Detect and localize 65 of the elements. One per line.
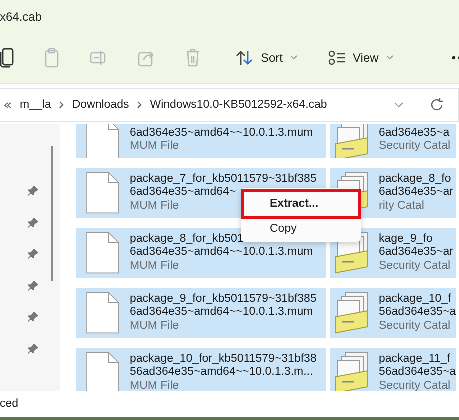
pin-icon[interactable] (28, 186, 38, 196)
pin-icon[interactable] (28, 218, 38, 228)
file-name: package_10_f (379, 292, 452, 306)
file-name: 56ad364e35~a (379, 306, 456, 320)
file-name: 6ad364e35~amd64~~10.0.1.3.mum (130, 306, 314, 320)
window-title: x64.cab (0, 10, 42, 24)
chevron-down-icon (386, 55, 394, 61)
chevron-icon (137, 101, 142, 109)
sort-icon (236, 50, 254, 66)
file-type: Security Catal (379, 140, 451, 154)
file-tile[interactable]: package_9_for_kb5011579~31bf385 6ad364e35~amd64~~10.0.1.3.mum MUM File (76, 288, 326, 338)
file-name: kage_9_fo (379, 232, 433, 246)
file-name: package_10_for_kb5011579~31bf38 (130, 352, 317, 366)
file-name: 6ad364e35~ar (379, 246, 454, 260)
list-icon (328, 50, 346, 66)
file-type: Security Catal (379, 380, 451, 391)
file-name: package_8_fo (379, 172, 452, 186)
breadcrumb[interactable]: Windows10.0-KB5012592-x64.cab (150, 99, 328, 111)
file-type: rity Catal (379, 200, 424, 214)
file-name: package_11_f (379, 352, 450, 366)
file-name: 6ad364e35~amd64~~10.0.1.3.mum (130, 126, 314, 140)
address-bar[interactable]: m__la Downloads Windows10.0-KB5012592-x64.cab (0, 88, 459, 122)
file-type: MUM File (130, 380, 180, 391)
file-tile[interactable]: 6ad364e35~a Security Catal (330, 124, 456, 158)
file-type: MUM File (130, 260, 180, 274)
file-tile[interactable]: package_10_for_kb5011579~31bf38 56ad364e35~amd64~~10.0.1.3.m... MUM File (76, 348, 326, 391)
scrollbar[interactable] (51, 146, 53, 281)
chevron-icon (59, 101, 64, 109)
menu-item[interactable]: Extract... (241, 189, 361, 219)
file-name: 6ad364e35~a (379, 126, 450, 140)
file-type: Security Catal (379, 260, 451, 274)
breadcrumb[interactable]: m__la (20, 99, 52, 111)
file-icon (86, 292, 120, 334)
file-type: MUM File (130, 200, 180, 214)
file-icon (86, 232, 120, 274)
file-type: MUM File (130, 320, 180, 334)
copy-icon[interactable] (0, 48, 14, 68)
file-icon (86, 172, 120, 214)
pin-icon[interactable] (28, 312, 38, 322)
pin-icon[interactable] (28, 280, 38, 290)
file-tile[interactable]: package_11_f 56ad364e35~a Security Catal (330, 348, 456, 391)
file-icon (86, 124, 120, 158)
file-type: Security Catal (379, 320, 451, 334)
file-name: 56ad364e35~a (379, 366, 456, 380)
pin-icon[interactable] (28, 344, 38, 354)
file-name: 56ad364e35~amd64~~10.0.1.3.m... (130, 366, 314, 380)
refresh-icon[interactable] (430, 98, 444, 112)
file-name: package_8_for_kb501 (130, 232, 244, 246)
view-button[interactable]: View (320, 46, 402, 70)
breadcrumb[interactable]: Downloads (72, 99, 130, 111)
file-name: package_9_for_kb5011579~31bf385 (130, 292, 317, 306)
sort-button[interactable]: Sort (228, 46, 306, 70)
file-tile[interactable]: 6ad364e35~amd64~~10.0.1.3.mum MUM File (76, 124, 326, 158)
status-text: ced (0, 398, 19, 410)
file-name: 6ad364e35~ar (379, 186, 454, 200)
file-name: package_7_for_kb5011579~31bf385 (130, 172, 317, 186)
overflow-icon[interactable] (4, 102, 12, 108)
pin-icon[interactable] (28, 249, 38, 259)
file-name: 6ad364e35~amd64~ (130, 186, 236, 200)
file-name: 6ad364e35~amd64~~10.0.1.3.mum (130, 246, 314, 260)
file-tile[interactable]: kage_9_fo 6ad364e35~ar Security Catal (330, 228, 456, 278)
dropdown-icon[interactable] (394, 102, 404, 108)
chevron-down-icon (290, 55, 298, 61)
file-type: MUM File (130, 140, 180, 154)
file-tile[interactable]: package_10_f 56ad364e35~a Security Catal (330, 288, 456, 338)
